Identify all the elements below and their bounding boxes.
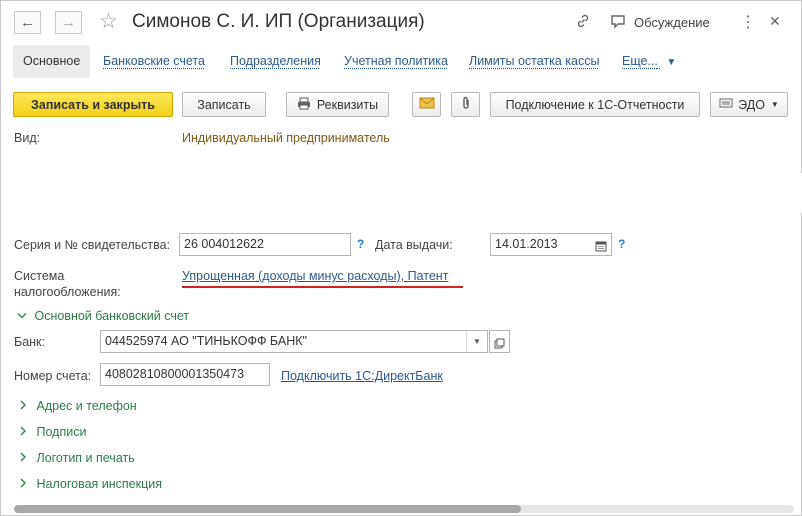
certificate-label: Серия и № свидетельства: <box>14 238 171 252</box>
star-icon[interactable]: ☆ <box>99 9 118 34</box>
envelope-icon <box>419 97 435 112</box>
chevron-down-icon <box>17 309 31 323</box>
tax-inspection-section-label: Налоговая инспекция <box>36 477 163 491</box>
blank-area <box>1 173 802 213</box>
bank-input[interactable]: 044525974 АО "ТИНЬКОФФ БАНК" ▼ <box>100 330 488 353</box>
arrow-left-icon: ← <box>20 14 35 31</box>
save-and-close-button[interactable]: Записать и закрыть <box>13 92 173 117</box>
tab-divisions[interactable]: Подразделения <box>230 45 321 78</box>
speech-bubble-icon[interactable] <box>610 14 626 33</box>
address-phone-section-toggle[interactable]: Адрес и телефон <box>19 399 137 413</box>
chevron-right-icon <box>19 425 33 439</box>
printer-icon <box>297 97 311 113</box>
kind-value[interactable]: Индивидуальный предприниматель <box>182 131 390 145</box>
logo-seal-section-label: Логотип и печать <box>36 451 135 465</box>
more-vertical-icon[interactable]: ⋮ <box>740 12 756 32</box>
issue-date-label: Дата выдачи: <box>375 238 453 252</box>
back-button[interactable]: ← <box>14 11 41 34</box>
error-underline <box>182 286 463 288</box>
edo-button-label: ЭДО <box>738 97 765 112</box>
tax-system-label-line1: Система <box>14 269 65 283</box>
scrollbar-thumb[interactable] <box>14 505 521 513</box>
bank-account-section-label: Основной банковский счет <box>34 309 190 323</box>
details-button-label: Реквизиты <box>316 97 379 112</box>
command-bar: Записать и закрыть Записать Реквизиты По… <box>13 92 793 118</box>
bank-value: 044525974 АО "ТИНЬКОФФ БАНК" <box>105 334 307 348</box>
arrow-right-icon: → <box>61 14 76 31</box>
triangle-down-icon: ▼ <box>666 57 677 68</box>
organization-window: ← → ☆ Симонов С. И. ИП (Организация) Обс… <box>0 0 802 516</box>
open-icon <box>494 335 505 356</box>
signatures-section-label: Подписи <box>36 425 87 439</box>
tab-accounting-policy[interactable]: Учетная политика <box>344 45 448 78</box>
issue-date-value: 14.01.2013 <box>495 237 558 251</box>
title-bar: ← → ☆ Симонов С. И. ИП (Организация) Обс… <box>1 1 801 43</box>
tab-bar: Основное Банковские счета Подразделения … <box>13 45 793 79</box>
tab-bank-accounts[interactable]: Банковские счета <box>103 45 205 78</box>
details-button[interactable]: Реквизиты <box>286 92 389 117</box>
certificate-input[interactable]: 26 004012622 <box>179 233 351 256</box>
tab-cash-limits[interactable]: Лимиты остатка кассы <box>469 45 599 78</box>
open-bank-button[interactable] <box>489 330 510 353</box>
close-icon[interactable]: ✕ <box>769 13 781 30</box>
tab-more[interactable]: Еще... ▼ <box>622 45 676 78</box>
account-number-label: Номер счета: <box>14 369 92 383</box>
tax-system-label-line2: налогообложения: <box>14 285 121 299</box>
calendar-icon[interactable] <box>595 238 607 259</box>
reporting-connect-button[interactable]: Подключение к 1С-Отчетности <box>490 92 700 117</box>
horizontal-scrollbar[interactable] <box>14 505 794 513</box>
edo-icon <box>719 97 733 112</box>
paperclip-icon <box>460 96 472 114</box>
tab-more-label: Еще... <box>622 54 658 68</box>
tax-system-link[interactable]: Упрощенная (доходы минус расходы), Патен… <box>182 269 448 283</box>
forward-button[interactable]: → <box>55 11 82 34</box>
bank-account-section-toggle[interactable]: Основной банковский счет <box>17 309 189 323</box>
kind-label: Вид: <box>14 131 41 145</box>
logo-seal-section-toggle[interactable]: Логотип и печать <box>19 451 135 465</box>
discussion-button[interactable]: Обсуждение <box>634 15 710 30</box>
signatures-section-toggle[interactable]: Подписи <box>19 425 86 439</box>
tax-inspection-section-toggle[interactable]: Налоговая инспекция <box>19 477 162 491</box>
edo-button[interactable]: ЭДО ▼ <box>710 92 788 117</box>
dropdown-icon[interactable]: ▼ <box>466 331 487 352</box>
chevron-right-icon <box>19 451 33 465</box>
account-number-input[interactable]: 40802810800001350473 <box>100 363 270 386</box>
save-button[interactable]: Записать <box>182 92 266 117</box>
tab-main[interactable]: Основное <box>13 45 91 78</box>
link-icon[interactable] <box>575 13 591 33</box>
directbank-link[interactable]: Подключить 1С:ДиректБанк <box>281 369 443 383</box>
help-icon[interactable]: ? <box>357 237 364 251</box>
issue-date-input[interactable]: 14.01.2013 <box>490 233 612 256</box>
address-phone-section-label: Адрес и телефон <box>36 399 137 413</box>
attach-button[interactable] <box>451 92 480 117</box>
triangle-down-icon: ▼ <box>770 100 779 109</box>
window-title: Симонов С. И. ИП (Организация) <box>132 11 425 32</box>
help-icon[interactable]: ? <box>618 237 625 251</box>
email-button[interactable] <box>412 92 441 117</box>
chevron-right-icon <box>19 399 33 413</box>
chevron-right-icon <box>19 477 33 491</box>
bank-label: Банк: <box>14 335 45 349</box>
